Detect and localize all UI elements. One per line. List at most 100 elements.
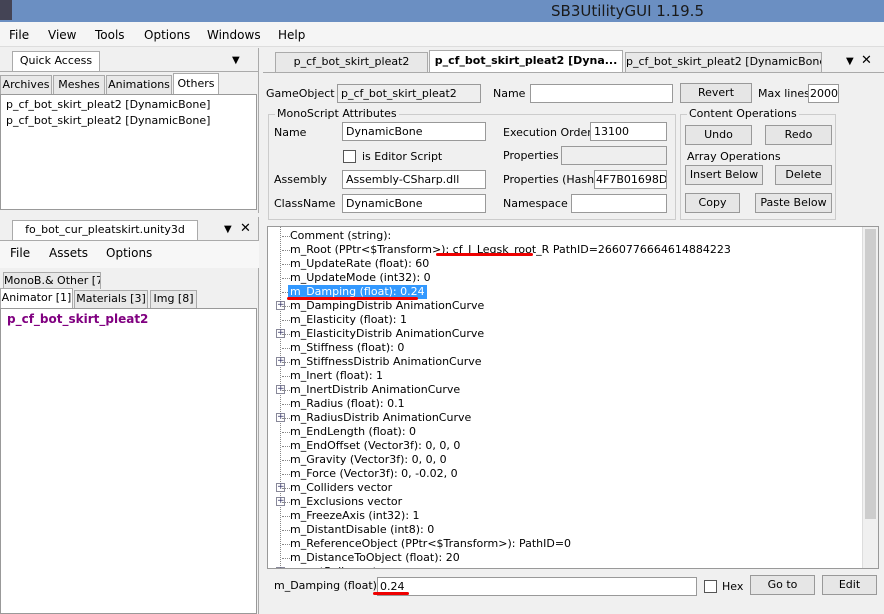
tree-node[interactable]: m_RadiusDistrib AnimationCurve [290, 411, 471, 425]
copy-button[interactable]: Copy [685, 193, 740, 213]
tree-node[interactable]: m_DistantDisable (int8): 0 [290, 523, 434, 537]
name-input[interactable] [530, 84, 673, 103]
others-list: p_cf_bot_skirt_pleat2 [DynamicBone] p_cf… [0, 94, 257, 210]
tree-node[interactable]: m_ReferenceObject (PPtr<$Transform>): Pa… [290, 537, 571, 551]
tree-connector [282, 264, 290, 265]
hex-checkbox[interactable] [704, 580, 717, 593]
tree-node[interactable]: m_notRolls vector [290, 565, 388, 568]
tree-node[interactable]: m_Elasticity (float): 1 [290, 313, 407, 327]
tree-connector [282, 530, 290, 531]
revert-button[interactable]: Revert [680, 83, 752, 103]
edit-value-input[interactable]: 0.24 [377, 577, 697, 596]
exec-order-input[interactable]: 13100 [590, 122, 667, 141]
tree-node[interactable]: m_EndOffset (Vector3f): 0, 0, 0 [290, 439, 460, 453]
max-lines-input[interactable]: 2000 [808, 84, 839, 103]
hash-input[interactable]: 4F7B01698D [594, 170, 667, 189]
list-item[interactable]: p_cf_bot_skirt_pleat2 [7, 312, 148, 326]
ms-name-input[interactable]: DynamicBone [342, 122, 486, 141]
list-item[interactable]: p_cf_bot_skirt_pleat2 [DynamicBone] [6, 98, 210, 111]
classname-input[interactable]: DynamicBone [342, 194, 486, 213]
tab-unity3d-file[interactable]: fo_bot_cur_pleatskirt.unity3d [12, 220, 198, 240]
tab-animator[interactable]: Animator [1] [0, 288, 73, 308]
menu-bar: File View Tools Options Windows Help [0, 22, 884, 47]
title-bar: SB3UtilityGUI 1.19.5 [0, 0, 884, 22]
quick-access-panel: Quick Access ▼ Archives Meshes Animation… [0, 48, 259, 213]
menu-view[interactable]: View [48, 28, 76, 42]
delete-button[interactable]: Delete [775, 165, 832, 185]
classname-label: ClassName [274, 197, 336, 210]
tree-node[interactable]: m_UpdateMode (int32): 0 [290, 271, 431, 285]
subtab-archives[interactable]: Archives [0, 75, 52, 94]
editor-tab-3[interactable]: p_cf_bot_skirt_pleat2 [DynamicBone] [625, 52, 822, 72]
list-item[interactable]: p_cf_bot_skirt_pleat2 [DynamicBone] [6, 114, 210, 127]
tree-connector [282, 362, 290, 363]
ms-name-label: Name [274, 126, 307, 139]
tree-node[interactable]: m_DistanceToObject (float): 20 [290, 551, 460, 565]
menu-tools[interactable]: Tools [95, 28, 125, 42]
expand-icon[interactable]: + [276, 567, 285, 568]
tree-node[interactable]: m_DampingDistrib AnimationCurve [290, 299, 484, 313]
menu-file[interactable]: File [9, 28, 29, 42]
tree-node[interactable]: m_Stiffness (float): 0 [290, 341, 404, 355]
window-title: SB3UtilityGUI 1.19.5 [551, 2, 704, 20]
tree-node[interactable]: m_Colliders vector [290, 481, 392, 495]
tree-node[interactable]: m_Gravity (Vector3f): 0, 0, 0 [290, 453, 447, 467]
annotation-underline [287, 297, 418, 300]
edit-field-label: m_Damping (float) [274, 579, 377, 592]
paste-below-button[interactable]: Paste Below [755, 193, 832, 213]
insert-below-button[interactable]: Insert Below [685, 165, 763, 185]
subtab-others[interactable]: Others [173, 73, 219, 95]
vertical-scrollbar[interactable] [862, 227, 878, 568]
tree-node[interactable]: m_Radius (float): 0.1 [290, 397, 405, 411]
tree-node[interactable]: m_UpdateRate (float): 60 [290, 257, 429, 271]
redo-button[interactable]: Redo [765, 125, 832, 145]
dropdown-icon[interactable]: ▼ [224, 224, 232, 235]
goto-button[interactable]: Go to [750, 575, 815, 595]
scrollbar-thumb[interactable] [865, 229, 876, 519]
undo-button[interactable]: Undo [685, 125, 752, 145]
properties-label: Properties [503, 149, 559, 162]
tree-node[interactable]: m_Exclusions vector [290, 495, 402, 509]
dropdown-icon[interactable]: ▼ [846, 56, 854, 67]
editor-tab-2[interactable]: p_cf_bot_skirt_pleat2 [Dyna... [429, 50, 623, 72]
file-menu-options[interactable]: Options [106, 246, 152, 260]
file-panel: fo_bot_cur_pleatskirt.unity3d ▼ ✕ File A… [0, 217, 259, 614]
menu-windows[interactable]: Windows [207, 28, 261, 42]
tree-connector [282, 516, 290, 517]
close-icon[interactable]: ✕ [240, 221, 251, 236]
file-menu-assets[interactable]: Assets [49, 246, 88, 260]
menu-help[interactable]: Help [278, 28, 305, 42]
tab-monob-other[interactable]: MonoB.& Other [7] [3, 272, 101, 289]
namespace-input[interactable] [571, 194, 667, 213]
tree-connector [282, 544, 290, 545]
tab-quick-access[interactable]: Quick Access [12, 51, 100, 71]
tree-connector [282, 376, 290, 377]
tab-materials[interactable]: Materials [3] [74, 290, 148, 308]
gameobject-field: p_cf_bot_skirt_pleat2 [337, 84, 481, 103]
assembly-input[interactable]: Assembly-CSharp.dll [342, 170, 486, 189]
file-menu-file[interactable]: File [10, 246, 30, 260]
tree-node[interactable]: m_EndLength (float): 0 [290, 425, 416, 439]
tree-connector [282, 502, 290, 503]
tree-node[interactable]: m_InertDistrib AnimationCurve [290, 383, 460, 397]
editor-script-checkbox[interactable] [343, 150, 356, 163]
tree-node[interactable]: m_ElasticityDistrib AnimationCurve [290, 327, 484, 341]
field-tree[interactable]: Comment (string): m_Root (PPtr<$Transform… [267, 226, 879, 569]
tree-node[interactable]: Comment (string): [290, 229, 391, 243]
tree-connector [282, 418, 290, 419]
tree-node[interactable]: m_FreezeAxis (int32): 1 [290, 509, 420, 523]
tree-connector [282, 390, 290, 391]
assembly-label: Assembly [274, 173, 328, 186]
subtab-meshes[interactable]: Meshes [53, 75, 105, 94]
tree-connector [282, 432, 290, 433]
subtab-animations[interactable]: Animations [106, 75, 172, 94]
editor-tab-1[interactable]: p_cf_bot_skirt_pleat2 [275, 52, 428, 72]
dropdown-icon[interactable]: ▼ [232, 55, 240, 66]
close-icon[interactable]: ✕ [861, 53, 872, 68]
edit-button[interactable]: Edit [822, 575, 877, 595]
tab-img[interactable]: Img [8] [150, 290, 197, 308]
tree-node[interactable]: m_Force (Vector3f): 0, -0.02, 0 [290, 467, 458, 481]
tree-node[interactable]: m_Inert (float): 1 [290, 369, 383, 383]
tree-node[interactable]: m_StiffnessDistrib AnimationCurve [290, 355, 482, 369]
menu-options[interactable]: Options [144, 28, 190, 42]
